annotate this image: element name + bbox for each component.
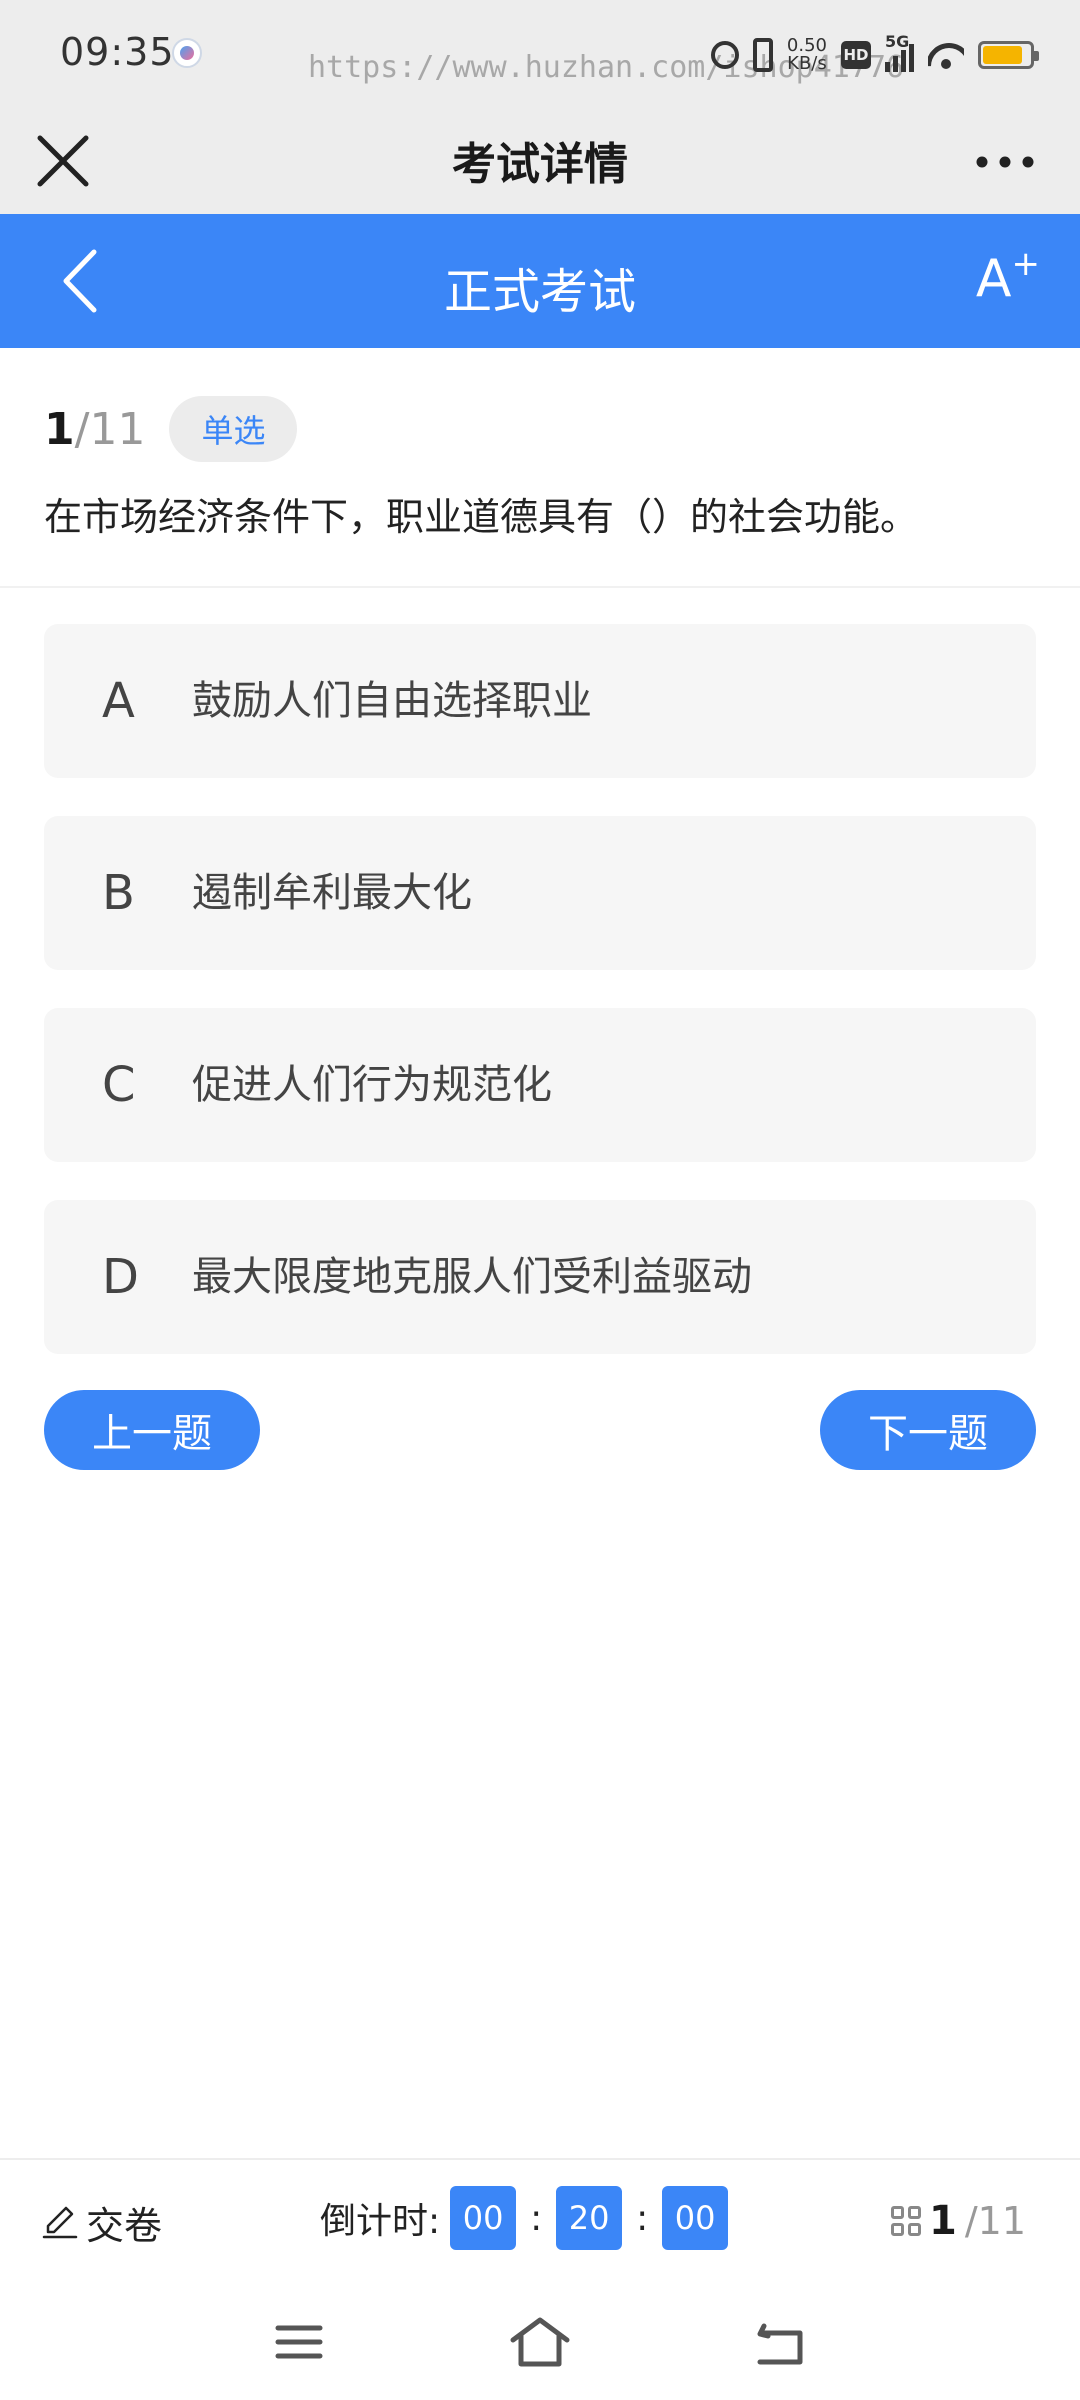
submit-label: 交卷	[86, 2203, 163, 2248]
app-notification-icon	[172, 38, 202, 68]
question-number: 1	[44, 403, 75, 455]
question-text: 在市场经济条件下，职业道德具有（）的社会功能。	[44, 495, 919, 539]
network-type-label: 5G	[885, 32, 910, 51]
option-text: 促进人们行为规范化	[192, 1062, 552, 1108]
status-icons: 0.50 KB/s HD 5G	[710, 32, 1039, 78]
option-c[interactable]: C 促进人们行为规范化	[44, 1008, 1036, 1162]
status-bar: 09:35 https://www.huzhan.com/ishop41776 …	[0, 0, 1080, 110]
question-grid-button[interactable]: 1 /11	[891, 2188, 1026, 2254]
submit-exam-button[interactable]: 交卷	[40, 2192, 162, 2252]
signal-icon: 5G	[885, 32, 914, 72]
battery-icon	[978, 41, 1039, 69]
question-type-badge: 单选	[169, 396, 298, 462]
question-meta: 1 /11 单选	[44, 396, 298, 462]
divider	[0, 586, 1080, 588]
system-navigation-bar	[0, 2290, 1080, 2400]
status-time: 09:35	[60, 30, 175, 74]
countdown-seconds: 00	[662, 2186, 729, 2250]
countdown-hours: 00	[450, 2186, 517, 2250]
countdown-separator: :	[636, 2197, 649, 2239]
hd-icon: HD	[841, 41, 871, 69]
font-size-button[interactable]: A+	[976, 244, 1040, 314]
return-icon[interactable]	[746, 2312, 816, 2372]
font-size-plus: +	[1011, 244, 1041, 284]
page-title: 考试详情	[452, 139, 628, 190]
home-icon[interactable]	[505, 2312, 575, 2372]
divider	[0, 2158, 1080, 2160]
option-b[interactable]: B 遏制牟利最大化	[44, 816, 1036, 970]
title-bar: 考试详情	[0, 110, 1080, 214]
countdown-separator: :	[530, 2197, 543, 2239]
option-letter: D	[102, 1249, 139, 1305]
countdown-label: 倒计时:	[320, 2201, 441, 2242]
option-letter: B	[102, 865, 135, 921]
option-text: 鼓励人们自由选择职业	[192, 678, 592, 724]
more-icon[interactable]	[970, 132, 1040, 192]
option-letter: C	[102, 1057, 136, 1113]
edit-icon	[42, 2206, 78, 2239]
progress-total: /11	[964, 2199, 1026, 2243]
option-d[interactable]: D 最大限度地克服人们受利益驱动	[44, 1200, 1036, 1354]
wifi-icon	[928, 41, 964, 69]
vibrate-icon	[752, 38, 773, 72]
option-text: 最大限度地克服人们受利益驱动	[192, 1254, 752, 1300]
network-speed-unit: KB/s	[787, 53, 827, 74]
question-total: /11	[74, 403, 146, 455]
alarm-icon	[710, 41, 739, 69]
exam-title: 正式考试	[443, 264, 636, 320]
exam-header: 正式考试 A+	[0, 214, 1080, 348]
network-speed: 0.50 KB/s	[787, 37, 827, 73]
prev-question-button[interactable]: 上一题	[44, 1390, 260, 1470]
option-text: 遏制牟利最大化	[192, 870, 472, 916]
countdown-timer: 倒计时: 00 : 20 : 00	[320, 2184, 729, 2252]
next-question-button[interactable]: 下一题	[820, 1390, 1036, 1470]
option-letter: A	[102, 673, 135, 729]
grid-icon	[891, 2206, 921, 2236]
option-a[interactable]: A 鼓励人们自由选择职业	[44, 624, 1036, 778]
menu-icon[interactable]	[264, 2312, 334, 2372]
countdown-minutes: 20	[556, 2186, 623, 2250]
font-size-label: A	[975, 249, 1012, 309]
progress-current: 1	[929, 2198, 957, 2244]
